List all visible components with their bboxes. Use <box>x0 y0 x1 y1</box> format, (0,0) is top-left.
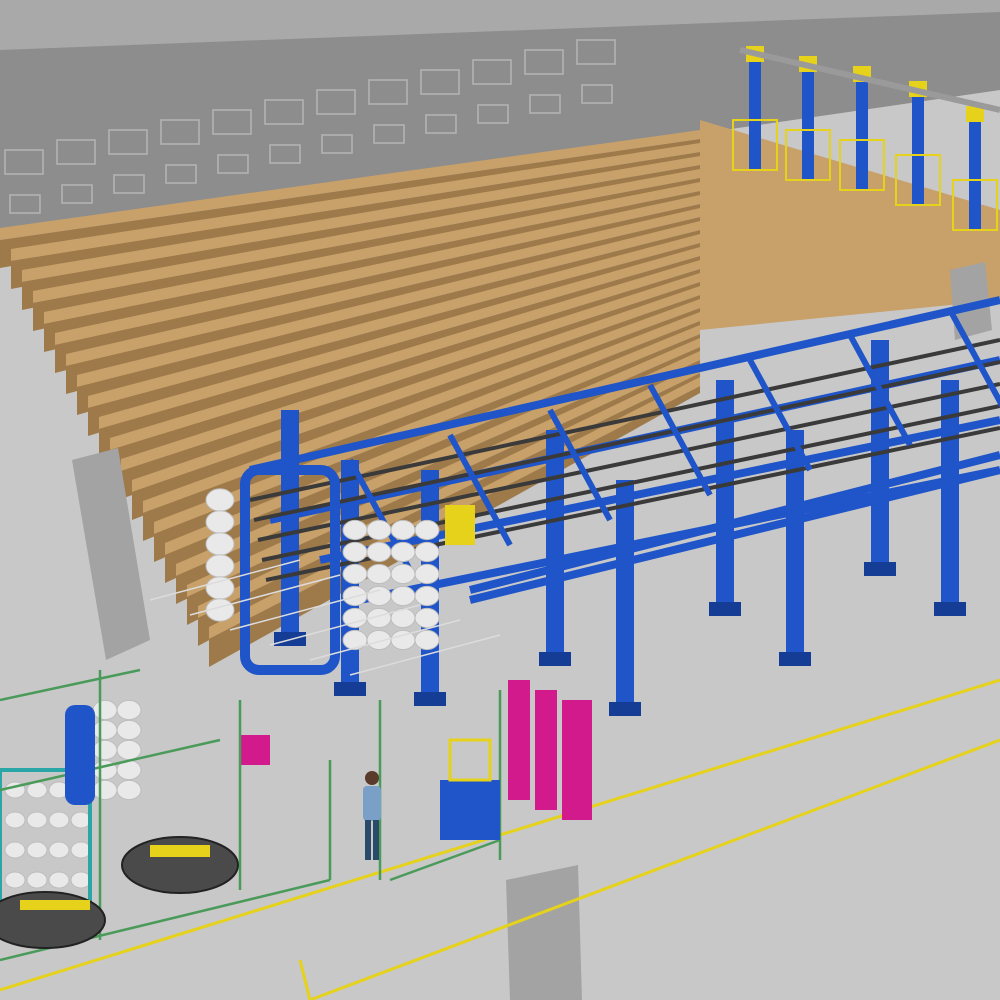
frame-foot <box>934 602 966 616</box>
bobbin <box>342 563 368 585</box>
bobbin <box>92 719 118 741</box>
worker-head <box>365 771 379 785</box>
bobbin <box>414 519 440 541</box>
bobbin <box>4 841 26 859</box>
bobbin <box>205 532 235 556</box>
bobbin <box>342 519 368 541</box>
robot-column <box>802 70 814 180</box>
bobbin <box>116 719 142 741</box>
frame-foot <box>709 602 741 616</box>
bobbin <box>390 519 416 541</box>
bobbin <box>205 576 235 600</box>
bobbin <box>116 699 142 721</box>
frame-foot <box>414 692 446 706</box>
magenta-panel <box>535 690 557 810</box>
bobbin <box>342 629 368 651</box>
magenta-panel <box>562 700 592 820</box>
bobbin <box>205 488 235 512</box>
bobbin <box>366 563 392 585</box>
magenta-panel <box>240 735 270 765</box>
bobbin <box>92 699 118 721</box>
worker-leg <box>365 820 371 860</box>
worker-torso <box>363 786 381 821</box>
bobbin <box>414 629 440 651</box>
frame-foot <box>864 562 896 576</box>
bobbin <box>92 739 118 761</box>
robot-head <box>445 505 475 545</box>
bobbin <box>26 841 48 859</box>
frame-foot <box>779 652 811 666</box>
bobbin <box>366 541 392 563</box>
bobbin <box>4 811 26 829</box>
bobbin <box>390 563 416 585</box>
bobbin <box>414 563 440 585</box>
bobbin <box>414 541 440 563</box>
bobbin <box>26 811 48 829</box>
bobbin <box>48 811 70 829</box>
bobbin <box>92 779 118 801</box>
bobbin <box>4 871 26 889</box>
pillar-front <box>506 865 582 1000</box>
bobbin <box>48 841 70 859</box>
bobbin <box>205 510 235 534</box>
bobbin <box>116 779 142 801</box>
bobbin <box>414 585 440 607</box>
frame-foot <box>539 652 571 666</box>
frame-leg <box>546 430 564 660</box>
bobbin <box>26 871 48 889</box>
bobbin <box>414 607 440 629</box>
bobbin <box>205 554 235 578</box>
bobbin <box>390 541 416 563</box>
frame-leg <box>281 410 299 640</box>
robot-column <box>969 120 981 230</box>
loader-arm <box>20 900 90 910</box>
worker-leg <box>373 820 379 860</box>
bobbin <box>366 585 392 607</box>
bobbin <box>116 739 142 761</box>
robot-base <box>440 780 500 840</box>
lifter-frame <box>65 705 95 805</box>
robot-column <box>749 60 761 170</box>
frame-foot <box>609 702 641 716</box>
factory-scene <box>0 0 1000 1000</box>
frame-foot <box>334 682 366 696</box>
magenta-panel <box>508 680 530 800</box>
frame-leg <box>716 380 734 610</box>
frame-leg <box>616 480 634 710</box>
robot-column <box>856 80 868 190</box>
bobbin <box>366 519 392 541</box>
bobbin <box>48 871 70 889</box>
loader-arm <box>150 845 210 857</box>
bobbin <box>390 585 416 607</box>
bobbin <box>342 541 368 563</box>
robot-column <box>912 95 924 205</box>
